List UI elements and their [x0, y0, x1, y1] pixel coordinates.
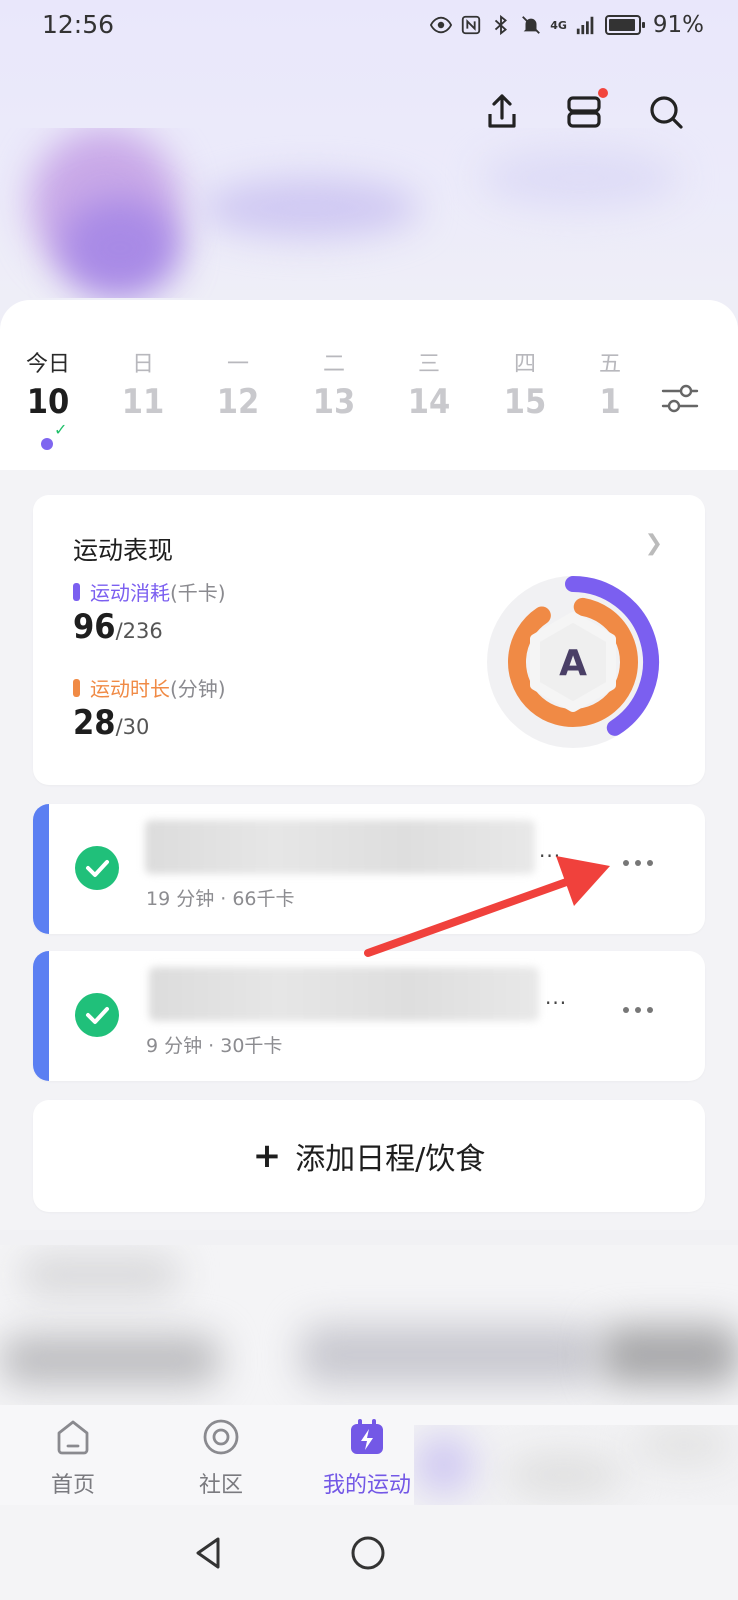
status-time: 12:56 — [42, 10, 115, 39]
system-nav-bar — [0, 1505, 738, 1600]
day-date: 14 — [407, 382, 451, 422]
tab-home[interactable]: 首页 — [18, 1415, 128, 1499]
task-title-ellipsis: ··· — [545, 991, 568, 1015]
calories-label-text: 运动消耗 — [90, 581, 170, 605]
day-weekday: 四 — [513, 352, 536, 377]
device-icon — [567, 96, 601, 128]
share-button[interactable] — [482, 92, 522, 132]
duration-label: 运动时长 (分钟) — [73, 673, 226, 702]
tab-label: 首页 — [50, 1473, 95, 1498]
day-thursday[interactable]: 四 15 — [495, 346, 555, 422]
more-options-button[interactable] — [623, 995, 659, 1025]
task-card[interactable]: ··· 19 分钟 · 66千卡 — [33, 804, 705, 934]
day-tuesday[interactable]: 二 13 — [304, 346, 364, 422]
nfc-icon — [462, 15, 481, 35]
day-sunday[interactable]: 日 11 — [113, 346, 173, 422]
calories-label: 运动消耗 (千卡) — [73, 577, 226, 606]
task-accent-bar — [33, 804, 49, 934]
day-weekday: 日 — [131, 352, 154, 377]
back-icon[interactable] — [188, 1531, 232, 1575]
add-button-label: 添加日程/饮食 — [295, 1142, 486, 1177]
today-check-icon: ✓ — [54, 420, 68, 439]
tab-my-sports[interactable]: 我的运动 — [312, 1415, 422, 1499]
day-weekday: 二 — [322, 352, 345, 377]
task-subtitle: 19 分钟 · 66千卡 — [146, 888, 295, 910]
lightning-calendar-icon — [351, 1419, 383, 1454]
day-date: 11 — [121, 382, 165, 422]
sliders-icon — [661, 384, 699, 413]
completed-check-icon[interactable] — [75, 846, 119, 890]
day-weekday: 三 — [417, 352, 440, 377]
tab-label: 社区 — [198, 1473, 243, 1498]
battery-level: 91% — [652, 12, 704, 38]
search-icon — [650, 96, 683, 129]
day-weekday: 五 — [598, 352, 621, 377]
day-date: 10 — [26, 382, 70, 422]
task-subtitle: 9 分钟 · 30千卡 — [146, 1035, 283, 1057]
day-date: 13 — [312, 382, 356, 422]
device-button[interactable] — [564, 88, 608, 132]
more-options-button[interactable] — [623, 848, 659, 878]
status-bar: 12:56 4G 91% — [0, 0, 738, 56]
task-card[interactable]: ··· 9 分钟 · 30千卡 — [33, 951, 705, 1081]
completed-check-icon[interactable] — [75, 993, 119, 1037]
day-friday[interactable]: 五 1 — [590, 346, 630, 422]
day-date: 1 — [599, 382, 621, 422]
duration-value: 28/30 — [73, 703, 149, 743]
grade-letter: A — [559, 643, 587, 684]
chevron-right-icon: ❯ — [644, 531, 663, 556]
header-actions — [482, 88, 686, 132]
status-icons: 4G 91% — [430, 12, 704, 38]
notification-dot — [598, 88, 608, 98]
mute-bell-icon — [522, 16, 541, 34]
recommendations-blurred — [0, 1245, 738, 1405]
performance-card[interactable]: 运动表现 ❯ 运动消耗 (千卡) 96/236 运动时长 (分钟) 28/30 … — [33, 495, 705, 785]
calories-current: 96 — [73, 607, 116, 647]
performance-grade-ring: A — [487, 576, 659, 748]
task-accent-bar — [33, 951, 49, 1081]
calories-unit: (千卡) — [170, 581, 226, 605]
search-button[interactable] — [646, 92, 686, 132]
day-monday[interactable]: 一 12 — [208, 346, 268, 422]
day-date: 15 — [503, 382, 547, 422]
duration-current: 28 — [73, 703, 116, 743]
network-label: 4G — [550, 18, 567, 32]
calendar-settings-button[interactable] — [660, 378, 700, 418]
battery-icon — [604, 15, 645, 35]
tab-label: 我的运动 — [322, 1473, 411, 1498]
duration-target: /30 — [115, 715, 150, 739]
duration-color-bar — [73, 678, 80, 697]
calories-color-bar — [73, 582, 80, 601]
calories-target: /236 — [115, 619, 163, 643]
task-title-blurred — [149, 967, 539, 1021]
add-schedule-diet-button[interactable]: + 添加日程/饮食 — [33, 1100, 705, 1212]
tab-community[interactable]: 社区 — [166, 1415, 276, 1499]
duration-unit: (分钟) — [170, 677, 226, 701]
home-nav-icon[interactable] — [346, 1531, 390, 1575]
day-date: 12 — [216, 382, 260, 422]
task-title-blurred — [145, 820, 535, 874]
day-wednesday[interactable]: 三 14 — [399, 346, 459, 422]
profile-banner-blurred — [0, 128, 738, 298]
home-icon — [57, 1420, 89, 1455]
performance-title: 运动表现 — [73, 536, 174, 565]
signal-icon — [576, 16, 594, 35]
task-title-ellipsis: ··· — [539, 844, 562, 868]
today-indicator-dot — [41, 438, 53, 450]
day-weekday: 今日 — [25, 352, 70, 377]
calories-value: 96/236 — [73, 607, 163, 647]
day-today[interactable]: 今日 10 — [18, 346, 78, 422]
community-icon — [203, 1419, 239, 1455]
duration-label-text: 运动时长 — [90, 677, 170, 701]
bluetooth-icon — [495, 14, 508, 36]
eye-icon — [430, 16, 453, 34]
plus-icon: + — [252, 1136, 282, 1176]
share-icon — [488, 94, 516, 128]
day-weekday: 一 — [226, 352, 249, 377]
